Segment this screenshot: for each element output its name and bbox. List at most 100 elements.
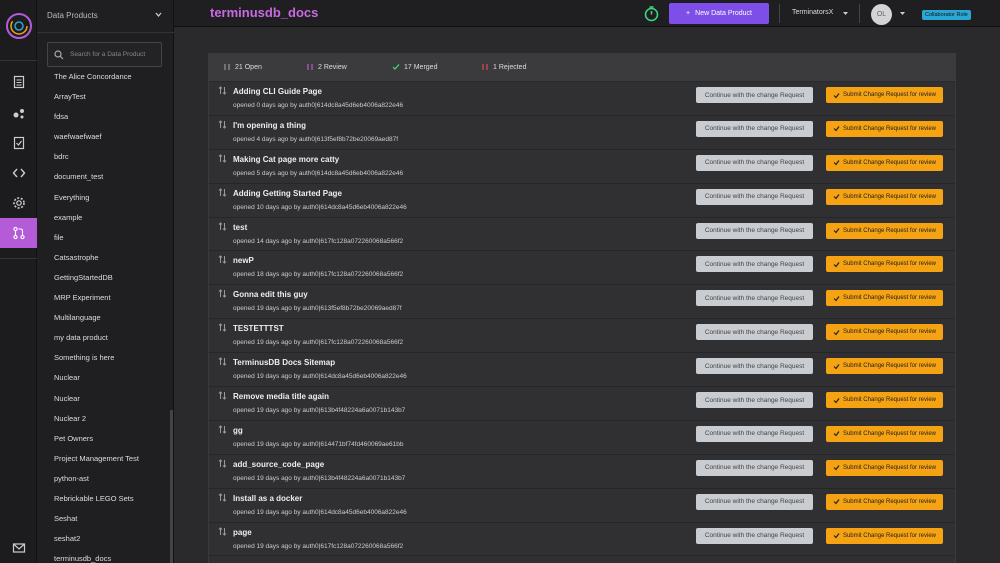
- team-selector[interactable]: TerminatorsX: [792, 9, 833, 16]
- sidebar-scrollbar[interactable]: [170, 410, 173, 563]
- check-icon: [833, 126, 840, 132]
- rail-change-requests[interactable]: [0, 218, 37, 248]
- sidebar-item[interactable]: Nuclear 2: [37, 409, 171, 429]
- plus-icon: +: [686, 10, 691, 17]
- sidebar-item[interactable]: document_test: [37, 167, 171, 187]
- continue-change-request-button[interactable]: Continue with the change Request: [696, 256, 813, 273]
- change-request-title[interactable]: TESTETTTST: [233, 324, 284, 333]
- submit-for-review-button[interactable]: Submit Change Request for review: [826, 392, 943, 409]
- continue-change-request-button[interactable]: Continue with the change Request: [696, 392, 813, 409]
- code-icon: [12, 168, 25, 178]
- tab-merged[interactable]: 17 Merged: [392, 63, 437, 71]
- submit-for-review-button[interactable]: Submit Change Request for review: [826, 527, 943, 544]
- sidebar-item[interactable]: Catsastrophe: [37, 248, 171, 268]
- change-request-title[interactable]: gg: [233, 426, 243, 435]
- sidebar-item[interactable]: terminusdb_docs: [37, 549, 171, 563]
- rail-settings[interactable]: [0, 188, 37, 218]
- sidebar-item[interactable]: Rebrickable LEGO Sets: [37, 489, 171, 509]
- chevron-down-icon[interactable]: [154, 10, 163, 19]
- chevron-down-icon[interactable]: [842, 10, 849, 17]
- continue-change-request-button[interactable]: Continue with the change Request: [696, 120, 813, 137]
- change-request-title[interactable]: Making Cat page more catty: [233, 155, 339, 164]
- rail-feedback[interactable]: [0, 533, 37, 563]
- pull-request-icon: [218, 120, 227, 129]
- timer-icon[interactable]: [643, 5, 660, 22]
- rail-graph[interactable]: [0, 98, 37, 128]
- tab-rejected[interactable]: 1 Rejected: [481, 63, 526, 71]
- continue-change-request-button[interactable]: Continue with the change Request: [696, 527, 813, 544]
- submit-for-review-button[interactable]: Submit Change Request for review: [826, 256, 943, 273]
- sidebar-item[interactable]: seshat2: [37, 529, 171, 549]
- sidebar-item[interactable]: ArrayTest: [37, 87, 171, 107]
- submit-for-review-button[interactable]: Submit Change Request for review: [826, 459, 943, 476]
- terminusdb-logo-icon[interactable]: [5, 12, 33, 40]
- sidebar-item[interactable]: Multilanguage: [37, 308, 171, 328]
- submit-for-review-button[interactable]: Submit Change Request for review: [826, 358, 943, 375]
- change-request-title[interactable]: TerminusDB Docs Sitemap: [233, 358, 335, 367]
- submit-for-review-button[interactable]: Submit Change Request for review: [826, 154, 943, 171]
- pull-request-icon: [218, 187, 227, 197]
- sidebar-item[interactable]: Nuclear: [37, 389, 171, 409]
- submit-for-review-button[interactable]: Submit Change Request for review: [826, 425, 943, 442]
- change-request-title[interactable]: page: [233, 528, 252, 537]
- change-request-title[interactable]: Adding CLI Guide Page: [233, 87, 322, 96]
- sidebar-item[interactable]: Project Management Test: [37, 449, 171, 469]
- continue-change-request-button[interactable]: Continue with the change Request: [696, 358, 813, 375]
- tab-review[interactable]: 2 Review: [306, 63, 347, 71]
- sidebar-item[interactable]: The Alice Concordance: [37, 67, 171, 87]
- submit-for-review-button[interactable]: Submit Change Request for review: [826, 188, 943, 205]
- continue-change-request-button[interactable]: Continue with the change Request: [696, 154, 813, 171]
- sidebar-item[interactable]: GettingStartedDB: [37, 268, 171, 288]
- continue-change-request-button[interactable]: Continue with the change Request: [696, 188, 813, 205]
- change-request-meta: opened 4 days ago by auth0|613f5ef8b72be…: [233, 135, 399, 143]
- continue-change-request-button[interactable]: Continue with the change Request: [696, 324, 813, 341]
- rail-tasks[interactable]: [0, 128, 37, 158]
- pull-request-icon: [12, 226, 25, 240]
- submit-for-review-button[interactable]: Submit Change Request for review: [826, 87, 943, 103]
- continue-change-request-button[interactable]: Continue with the change Request: [696, 87, 813, 103]
- change-request-title[interactable]: I'm opening a thing: [233, 121, 306, 130]
- submit-for-review-label: Submit Change Request for review: [842, 261, 937, 268]
- sidebar-item[interactable]: python-ast: [37, 469, 171, 489]
- sidebar-item[interactable]: fdsa: [37, 107, 171, 127]
- change-request-title[interactable]: test: [233, 223, 247, 232]
- app-root: Data Products The Alice ConcordanceArray…: [0, 0, 1000, 563]
- sidebar-item[interactable]: Seshat: [37, 509, 171, 529]
- change-request-title[interactable]: Gonna edit this guy: [233, 290, 308, 299]
- continue-change-request-button[interactable]: Continue with the change Request: [696, 290, 813, 307]
- sidebar-item[interactable]: Everything: [37, 188, 171, 208]
- change-request-title[interactable]: newP: [233, 256, 254, 265]
- continue-change-request-button[interactable]: Continue with the change Request: [696, 425, 813, 442]
- sidebar-item[interactable]: Something is here: [37, 348, 171, 368]
- sidebar-item[interactable]: Pet Owners: [37, 429, 171, 449]
- new-data-product-button[interactable]: + New Data Product: [669, 3, 769, 24]
- sidebar-item[interactable]: Nuclear: [37, 368, 171, 388]
- top-bar: terminusdb_docs + New Data Product Termi…: [174, 0, 1000, 27]
- change-request-title[interactable]: Install as a docker: [233, 494, 302, 503]
- search-input[interactable]: [70, 47, 160, 62]
- submit-for-review-button[interactable]: Submit Change Request for review: [826, 324, 943, 341]
- submit-for-review-button[interactable]: Submit Change Request for review: [826, 120, 943, 137]
- change-request-title[interactable]: Remove media title again: [233, 392, 329, 401]
- avatar[interactable]: OL: [871, 4, 892, 25]
- continue-change-request-button[interactable]: Continue with the change Request: [696, 493, 813, 510]
- icon-rail: [0, 0, 37, 563]
- sidebar-item[interactable]: file: [37, 228, 171, 248]
- continue-change-request-button[interactable]: Continue with the change Request: [696, 459, 813, 476]
- continue-change-request-button[interactable]: Continue with the change Request: [696, 222, 813, 239]
- sidebar-item[interactable]: waefwaefwaef: [37, 127, 171, 147]
- change-request-title[interactable]: Adding Getting Started Page: [233, 189, 342, 198]
- tab-review-label: 2 Review: [318, 63, 347, 71]
- rail-code[interactable]: [0, 158, 37, 188]
- sidebar-item[interactable]: MRP Experiment: [37, 288, 171, 308]
- tab-open[interactable]: 21 Open: [223, 63, 262, 71]
- change-request-title[interactable]: add_source_code_page: [233, 460, 324, 469]
- chevron-down-icon[interactable]: [899, 10, 906, 17]
- submit-for-review-button[interactable]: Submit Change Request for review: [826, 493, 943, 510]
- sidebar-item[interactable]: example: [37, 208, 171, 228]
- submit-for-review-button[interactable]: Submit Change Request for review: [826, 290, 943, 307]
- rail-documents[interactable]: [0, 67, 37, 97]
- sidebar-item[interactable]: my data product: [37, 328, 171, 348]
- sidebar-item[interactable]: bdrc: [37, 147, 171, 167]
- submit-for-review-button[interactable]: Submit Change Request for review: [826, 222, 943, 239]
